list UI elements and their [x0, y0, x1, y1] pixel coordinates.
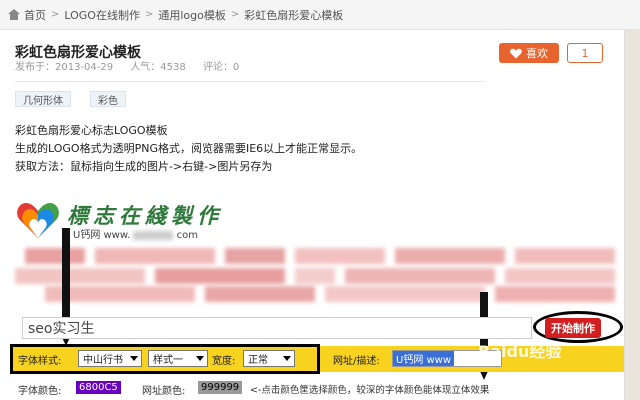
like-label: 喜欢: [526, 47, 548, 60]
color-hint: <-点击颜色筐选择颜色，较深的字体颜色能体现立体效果: [250, 385, 490, 396]
breadcrumb-separator: >: [230, 9, 240, 20]
tag-colorful[interactable]: 彩色: [90, 91, 126, 107]
breadcrumb-logo-online[interactable]: LOGO在线制作: [64, 7, 140, 23]
blurred-preview-row: [15, 286, 615, 302]
article-meta: 发布于：2013-04-29 人气：4538 评论：0: [15, 58, 253, 73]
like-count: 1: [567, 43, 603, 63]
font-color-label: 字体颜色:: [18, 386, 62, 397]
breadcrumb: 首页 > LOGO在线制作 > 通用logo模板 > 彩虹色扇形爱心模板: [0, 0, 640, 30]
logo-preview[interactable]: 標志在綫製作 U钙网 www. com: [15, 198, 255, 246]
url-color-label: 网址颜色:: [142, 386, 186, 397]
font-style-label: 字体样式:: [18, 356, 62, 367]
font-select-value: 中山行书: [83, 355, 123, 366]
tag-geometric[interactable]: 几何形体: [15, 91, 71, 107]
home-icon[interactable]: [8, 9, 20, 20]
content-panel: 彩虹色扇形爱心模板 发布于：2013-04-29 人气：4538 评论：0 喜欢…: [0, 30, 625, 400]
description-line: 生成的LOGO格式为透明PNG格式，阅览器需要IE6以上才能正常显示。: [15, 142, 363, 155]
like-button[interactable]: 喜欢: [499, 43, 559, 63]
breadcrumb-separator: >: [51, 9, 60, 20]
url-label: 网址/描述:: [333, 356, 380, 367]
font-select[interactable]: 中山行书: [78, 350, 142, 367]
font-color-swatch[interactable]: 6800C5: [76, 381, 121, 394]
heart-icon: [510, 48, 522, 58]
blurred-preview-row: [15, 248, 615, 264]
publish-date: 发布于：2013-04-29: [15, 62, 114, 73]
divider: [15, 81, 485, 82]
chevron-down-icon: [196, 356, 204, 361]
style-select-value: 样式一: [153, 355, 183, 366]
width-select-value: 正常: [248, 355, 268, 366]
width-select[interactable]: 正常: [243, 350, 295, 367]
url-color-swatch[interactable]: 999999: [198, 381, 243, 394]
description-line: 获取方法：鼠标指向生成的图片->右键->图片另存为: [15, 160, 273, 173]
scrollbar-track[interactable]: [625, 30, 640, 400]
chevron-down-icon: [283, 356, 291, 361]
watermark: Baidu经验: [478, 342, 562, 361]
breadcrumb-separator: >: [144, 9, 154, 20]
style-select[interactable]: 样式一: [148, 350, 208, 367]
description: 彩虹色扇形爱心标志LOGO模板 生成的LOGO格式为透明PNG格式，阅览器需要I…: [15, 122, 362, 176]
logo-subtitle-text: U钙网 www.: [73, 230, 131, 241]
breadcrumb-general-templates[interactable]: 通用logo模板: [158, 7, 226, 23]
start-create-button[interactable]: 开始制作: [545, 318, 601, 338]
width-label: 宽度:: [212, 356, 236, 367]
breadcrumb-home[interactable]: 首页: [24, 7, 46, 23]
logo-text-input[interactable]: seo实习生: [22, 317, 532, 339]
description-line: 彩虹色扇形爱心标志LOGO模板: [15, 124, 168, 137]
logo-subtitle-suffix: com: [176, 230, 199, 241]
breadcrumb-current: 彩虹色扇形爱心模板: [244, 8, 344, 22]
blurred-preview-row: [15, 268, 615, 284]
chevron-down-icon: [130, 356, 138, 361]
url-input-value: U钙网 www: [393, 351, 455, 366]
comment-count: 评论：0: [202, 62, 240, 73]
blurred-domain: [133, 230, 174, 240]
view-count: 人气：4538: [130, 62, 186, 73]
logo-subtitle: U钙网 www. com: [73, 226, 198, 241]
